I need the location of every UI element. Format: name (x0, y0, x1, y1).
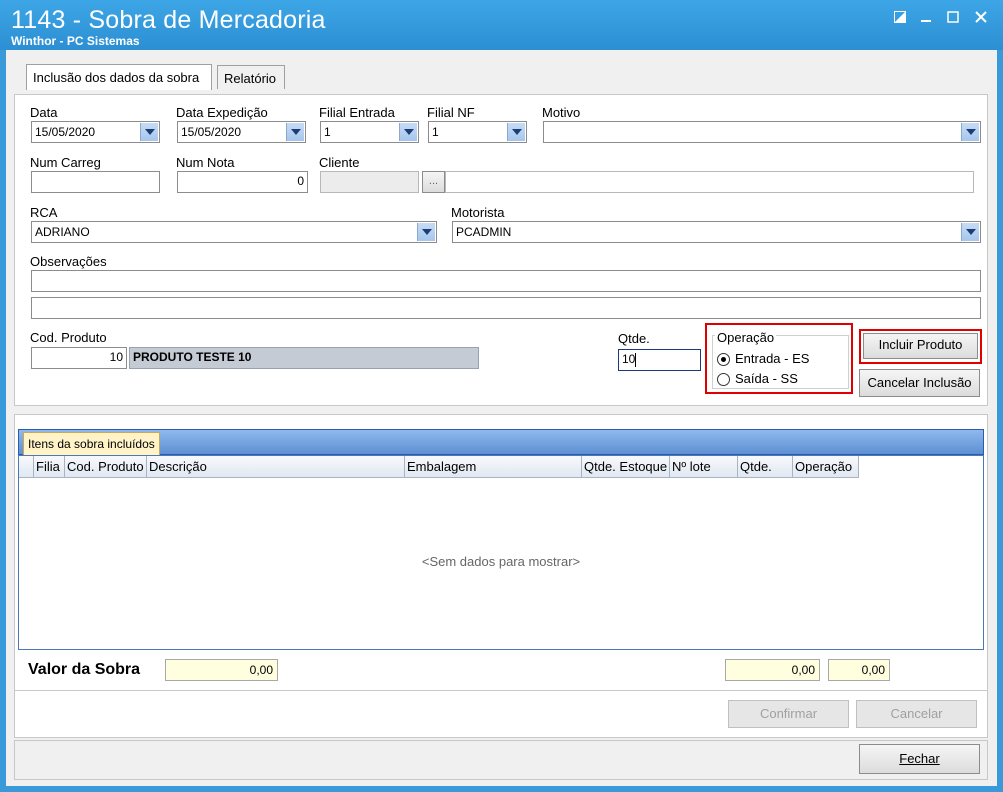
window-body: Inclusão dos dados da sobra Relatório Da… (6, 50, 997, 786)
chevron-down-icon (421, 229, 432, 235)
chevron-down-icon (965, 129, 976, 135)
confirmar-button[interactable]: Confirmar (728, 700, 849, 728)
window-subtitle: Winthor - PC Sistemas (11, 34, 140, 48)
incluir-produto-button[interactable]: Incluir Produto (863, 333, 978, 359)
form-panel: Data 15/05/2020 Data Expedição 15/05/202… (14, 94, 988, 406)
filial-nf-value: 1 (432, 125, 439, 139)
qtde-input[interactable]: 10 (618, 349, 701, 371)
observacoes-line1-input[interactable] (31, 270, 981, 292)
cancelar-inclusao-button[interactable]: Cancelar Inclusão (859, 369, 980, 397)
rca-label: RCA (30, 205, 58, 220)
num-carreg-label: Num Carreg (30, 155, 101, 170)
rca-value: ADRIANO (35, 225, 90, 239)
num-nota-label: Num Nota (176, 155, 235, 170)
radio-entrada[interactable] (717, 353, 730, 366)
qtde-value: 10 (622, 352, 636, 366)
grid-panel: Itens da sobra incluídos Filia Cod. Prod… (14, 414, 988, 691)
tab-relatorio-label: Relatório (224, 71, 277, 86)
fechar-label: Fechar (899, 751, 940, 766)
fechar-button[interactable]: Fechar (859, 744, 980, 774)
cliente-code-input[interactable] (320, 171, 419, 193)
cliente-label: Cliente (319, 155, 360, 170)
chevron-down-icon (403, 129, 414, 135)
chevron-down-icon (290, 129, 301, 135)
qtde-label: Qtde. (618, 331, 650, 346)
tab-relatorio[interactable]: Relatório (217, 65, 285, 89)
cod-produto-label: Cod. Produto (30, 330, 107, 345)
motivo-dropdown-button[interactable] (961, 123, 979, 141)
cod-produto-input[interactable]: 10 (31, 347, 127, 369)
data-expedicao-dropdown-button[interactable] (286, 123, 304, 141)
filial-nf-combo[interactable]: 1 (428, 121, 527, 143)
num-carreg-input[interactable] (31, 171, 160, 193)
data-value: 15/05/2020 (35, 125, 96, 139)
filial-entrada-value: 1 (324, 125, 331, 139)
chevron-down-icon (144, 129, 155, 135)
column-header-lote[interactable]: Nº lote (670, 456, 738, 478)
cancelar-inclusao-label: Cancelar Inclusão (867, 375, 972, 390)
title-bar: 1143 - Sobra de Mercadoria Winthor - PC … (0, 0, 1003, 50)
motivo-combo[interactable] (543, 121, 981, 143)
close-icon[interactable] (971, 8, 991, 28)
window-title: 1143 - Sobra de Mercadoria (11, 6, 326, 34)
data-combo[interactable]: 15/05/2020 (31, 121, 160, 143)
motorista-label: Motorista (451, 205, 505, 220)
cliente-lookup-button[interactable]: ... (422, 171, 445, 193)
grid-tab-bar (18, 429, 984, 455)
tab-inclusao[interactable]: Inclusão dos dados da sobra (26, 64, 212, 90)
grid-empty-text: <Sem dados para mostrar> (421, 554, 581, 569)
total-field-1: 0,00 (725, 659, 820, 681)
incluir-produto-label: Incluir Produto (878, 337, 963, 352)
column-header-embalagem[interactable]: Embalagem (405, 456, 582, 478)
theme-icon[interactable] (890, 8, 910, 28)
radio-saida[interactable] (717, 373, 730, 386)
data-expedicao-combo[interactable]: 15/05/2020 (177, 121, 306, 143)
rca-dropdown-button[interactable] (417, 223, 435, 241)
filial-entrada-label: Filial Entrada (319, 105, 395, 120)
data-expedicao-label: Data Expedição (176, 105, 268, 120)
data-label: Data (30, 105, 58, 120)
footer-panel: Fechar (14, 740, 988, 780)
total-field-2: 0,00 (828, 659, 890, 681)
data-expedicao-value: 15/05/2020 (181, 125, 242, 139)
cancelar-button[interactable]: Cancelar (856, 700, 977, 728)
column-header-qtde-estoque[interactable]: Qtde. Estoque (582, 456, 670, 478)
filial-nf-dropdown-button[interactable] (507, 123, 525, 141)
motorista-combo[interactable]: PCADMIN (452, 221, 981, 243)
minimize-icon[interactable] (916, 8, 936, 28)
valor-sobra-field: 0,00 (165, 659, 278, 681)
tab-inclusao-label: Inclusão dos dados da sobra (33, 70, 200, 85)
column-header-descricao[interactable]: Descrição (147, 456, 405, 478)
filial-entrada-dropdown-button[interactable] (399, 123, 417, 141)
valor-sobra-label: Valor da Sobra (28, 661, 141, 678)
items-grid[interactable]: Filia Cod. Produto Descrição Embalagem Q… (18, 455, 984, 650)
cliente-name-input[interactable] (445, 171, 974, 193)
radio-saida-label[interactable]: Saída - SS (735, 371, 798, 386)
maximize-icon[interactable] (943, 8, 963, 28)
column-header-qtde[interactable]: Qtde. (738, 456, 793, 478)
filial-entrada-combo[interactable]: 1 (320, 121, 419, 143)
motorista-value: PCADMIN (456, 225, 512, 239)
num-nota-input[interactable]: 0 (177, 171, 308, 193)
grid-indicator-column (19, 456, 34, 478)
column-header-cod-produto[interactable]: Cod. Produto (65, 456, 147, 478)
action-panel: Confirmar Cancelar (14, 690, 988, 738)
motorista-dropdown-button[interactable] (961, 223, 979, 241)
rca-combo[interactable]: ADRIANO (31, 221, 437, 243)
grid-tab-label: Itens da sobra incluídos (28, 437, 155, 451)
column-header-operacao[interactable]: Operação (793, 456, 859, 478)
observacoes-line2-input[interactable] (31, 297, 981, 319)
motivo-label: Motivo (542, 105, 581, 120)
observacoes-label: Observações (30, 254, 107, 269)
radio-entrada-label[interactable]: Entrada - ES (735, 351, 809, 366)
grid-tab-itens[interactable]: Itens da sobra incluídos (23, 432, 160, 456)
produto-description: PRODUTO TESTE 10 (129, 347, 479, 369)
column-header-filial[interactable]: Filia (34, 456, 65, 478)
chevron-down-icon (965, 229, 976, 235)
text-cursor (635, 352, 637, 367)
data-dropdown-button[interactable] (140, 123, 158, 141)
operacao-label: Operação (715, 330, 777, 345)
filial-nf-label: Filial NF (427, 105, 475, 120)
chevron-down-icon (511, 129, 522, 135)
